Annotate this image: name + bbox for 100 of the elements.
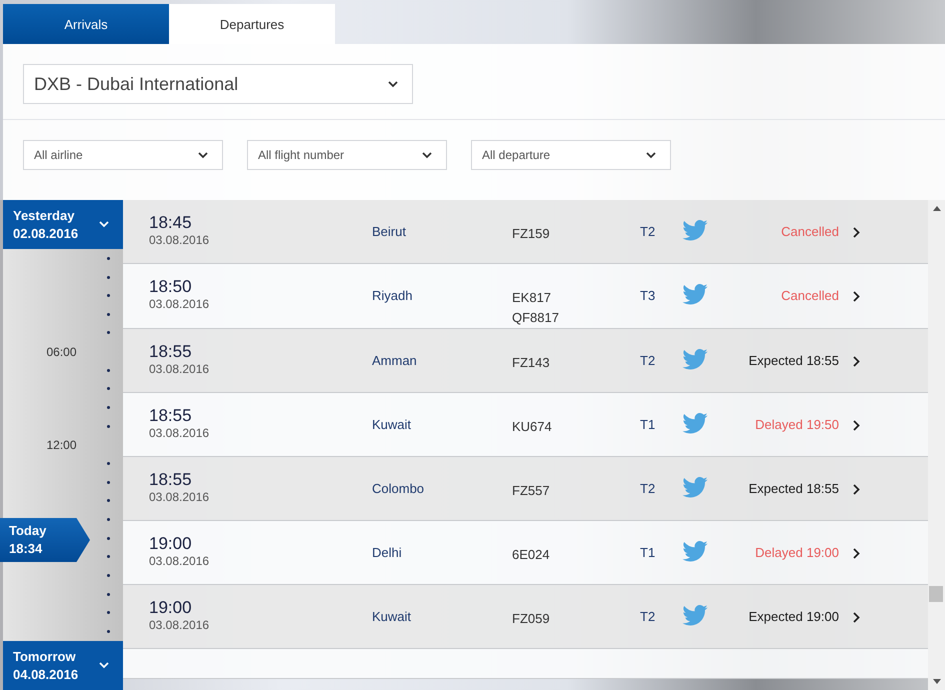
timeline-dot [107, 462, 110, 466]
hour-label: 12:00 [45, 438, 78, 452]
chevron-down-icon [99, 662, 109, 669]
flight-number: FZ143 [512, 354, 551, 372]
scroll-up-icon[interactable] [932, 206, 940, 211]
bird-icon[interactable] [682, 413, 708, 434]
departure-time: 18:55 [149, 342, 193, 362]
departure-time: 19:00 [149, 534, 193, 554]
chevron-down-icon [198, 152, 208, 158]
bird-icon[interactable] [682, 477, 708, 498]
day-header[interactable]: Yesterday 02.08.2016 [3, 200, 123, 249]
flight-number: KU674 [512, 418, 553, 436]
flight-status: Expected 19:00 [748, 609, 839, 624]
departure-date: 03.08.2016 [149, 362, 210, 376]
timeline-dot [107, 406, 110, 410]
chevron-right-icon [853, 291, 860, 302]
terminal: T2 [640, 609, 656, 624]
flight-row[interactable]: 18:55 03.08.2016 Kuwait KU674 T1 Delayed 19:50 [123, 393, 928, 457]
departure-time: 18:45 [149, 213, 193, 233]
chevron-right-icon [853, 548, 860, 559]
departure-date: 03.08.2016 [149, 554, 210, 568]
chevron-down-icon [388, 80, 398, 88]
filter-select[interactable]: All airline [23, 140, 223, 170]
bird-icon[interactable] [682, 220, 708, 241]
departure-date: 03.08.2016 [149, 233, 210, 247]
terminal: T2 [640, 481, 656, 496]
tab[interactable]: Arrivals [3, 4, 169, 44]
now-marker: Today 18:34 [0, 518, 90, 562]
flight-row[interactable]: 18:55 03.08.2016 Colombo FZ557 T2 Expected 18:55 [123, 457, 928, 521]
filter-select[interactable]: All flight number [247, 140, 447, 170]
scroll-down-icon[interactable] [932, 679, 940, 684]
departure-time: 18:50 [149, 277, 193, 297]
flight-number: 6E024 [512, 546, 551, 564]
flight-number: EK817 [512, 289, 552, 307]
scroll-thumb[interactable] [929, 586, 943, 602]
day-header[interactable]: Tomorrow 04.08.2016 [3, 641, 123, 690]
departure-date: 03.08.2016 [149, 490, 210, 504]
flight-row[interactable] [123, 649, 928, 679]
flight-status: Cancelled [780, 224, 839, 239]
hour-label: 06:00 [45, 344, 78, 359]
chevron-right-icon [853, 227, 860, 238]
timeline-dot [107, 518, 110, 522]
airport-select[interactable]: DXB - Dubai International [23, 64, 413, 104]
destination: Kuwait [372, 417, 412, 432]
timeline-dot [107, 480, 110, 484]
timeline-dot [107, 256, 110, 260]
timeline-dot [107, 536, 110, 540]
bird-icon[interactable] [682, 541, 708, 562]
destination: Kuwait [372, 609, 412, 624]
tab[interactable]: Departures [169, 4, 335, 44]
destination: Riyadh [372, 288, 414, 303]
timeline-dot [107, 276, 110, 279]
chevron-down-icon [99, 221, 109, 228]
bird-icon[interactable] [682, 605, 708, 626]
chevron-right-icon [853, 356, 860, 367]
flight-status: Expected 18:55 [748, 353, 839, 368]
terminal: T2 [640, 353, 656, 368]
flight-number: FZ059 [512, 610, 551, 628]
chevron-down-icon [646, 152, 656, 158]
filter-select[interactable]: All departure [471, 140, 671, 170]
bird-icon[interactable] [682, 349, 708, 370]
timeline-dot [107, 424, 110, 428]
flight-number: FZ159 [512, 225, 551, 243]
chevron-down-icon [422, 152, 432, 158]
timeline-dot [107, 555, 110, 558]
flight-row[interactable]: 18:45 03.08.2016 Beirut FZ159 T2 Cancelled [123, 200, 928, 264]
flight-status: Delayed 19:00 [754, 545, 839, 560]
timeline-dot [107, 630, 110, 633]
flight-status: Expected 18:55 [748, 481, 839, 496]
flight-row[interactable]: 18:50 03.08.2016 Riyadh EK817 QF8817 T3 Cancelled [123, 264, 928, 329]
scrollbar[interactable] [928, 200, 945, 690]
terminal: T1 [640, 545, 656, 560]
terminal: T1 [640, 417, 656, 432]
destination: Delhi [372, 545, 403, 560]
timeline-dot [107, 611, 110, 614]
flight-status: Cancelled [780, 288, 839, 303]
departure-time: 19:00 [149, 598, 193, 618]
chevron-right-icon [853, 612, 860, 623]
flight-number: FZ557 [512, 482, 551, 500]
flight-number: QF8817 [512, 309, 560, 327]
chevron-right-icon [853, 484, 860, 495]
departure-date: 03.08.2016 [149, 618, 210, 632]
departure-time: 18:55 [149, 406, 193, 426]
timeline-dot [107, 368, 110, 372]
timeline-dot [107, 574, 110, 578]
chevron-right-icon [853, 420, 860, 431]
flight-row[interactable]: 18:55 03.08.2016 Amman FZ143 T2 Expected 18:55 [123, 329, 928, 393]
timeline-dot [107, 331, 110, 334]
flight-row[interactable]: 19:00 03.08.2016 Kuwait FZ059 T2 Expected 19:00 [123, 585, 928, 649]
bird-icon[interactable] [682, 284, 708, 305]
departure-time: 18:55 [149, 470, 193, 490]
terminal: T3 [640, 288, 656, 303]
departure-date: 03.08.2016 [149, 297, 210, 311]
destination: Colombo [372, 481, 426, 496]
flight-row[interactable]: 19:00 03.08.2016 Delhi 6E024 T1 Delayed 19:00 [123, 521, 928, 585]
timeline-dot [107, 312, 110, 316]
departure-date: 03.08.2016 [149, 426, 210, 440]
destination: Amman [372, 353, 418, 368]
timeline-dot [107, 592, 110, 596]
terminal: T2 [640, 224, 656, 239]
